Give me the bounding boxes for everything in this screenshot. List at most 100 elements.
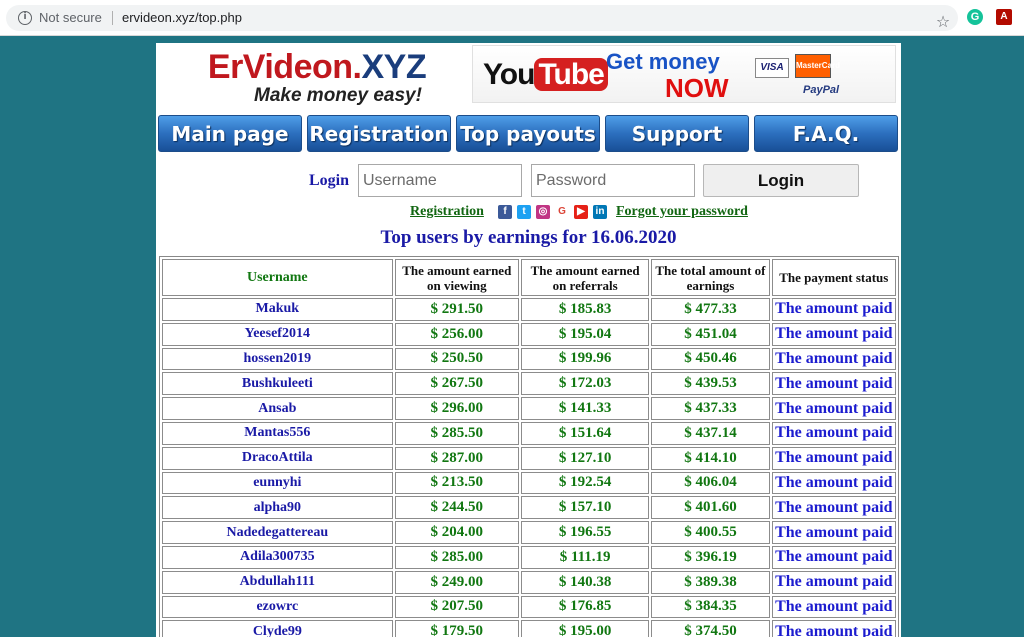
- payment-status-cell: The amount paid: [771, 421, 896, 445]
- viewing-amount-cell: $ 250.50: [394, 347, 519, 371]
- viewing-amount-cell: $ 287.00: [394, 446, 519, 470]
- viewing-amount-cell: $ 207.50: [394, 595, 519, 619]
- payment-status-cell: The amount paid: [771, 521, 896, 544]
- total-amount-cell: $ 414.10: [651, 446, 770, 470]
- twitter-icon[interactable]: t: [517, 205, 531, 219]
- viewing-amount-cell: $ 291.50: [394, 298, 519, 321]
- table-row: DracoAttila $ 287.00 $ 127.10 $ 414.10 The a…: [162, 446, 896, 470]
- instagram-icon[interactable]: ◎: [536, 205, 550, 219]
- grammarly-extension-icon[interactable]: G: [967, 9, 983, 25]
- login-label: Login: [309, 172, 350, 189]
- username-cell[interactable]: Mantas556: [162, 421, 393, 445]
- viewing-amount-cell: $ 267.50: [394, 372, 519, 396]
- col-username: Username: [162, 259, 393, 296]
- viewing-amount-cell: $ 244.50: [394, 496, 519, 520]
- site-logo[interactable]: ErVideon.XYZ Make money easy!: [192, 47, 442, 109]
- username-cell[interactable]: eunnyhi: [162, 471, 393, 495]
- total-amount-cell: $ 406.04: [651, 471, 770, 495]
- table-row: Abdullah111 $ 249.00 $ 140.38 $ 389.38 The a…: [162, 570, 896, 594]
- youtube-icon[interactable]: ▶: [574, 205, 588, 219]
- url-text[interactable]: ervideon.xyz/top.php: [122, 10, 242, 25]
- total-amount-cell: $ 389.38: [651, 570, 770, 594]
- username-input[interactable]: Username: [358, 164, 522, 197]
- table-row: Yeesef2014 $ 256.00 $ 195.04 $ 451.04 The am…: [162, 322, 896, 346]
- referrals-amount-cell: $ 172.03: [520, 372, 650, 396]
- payment-status-cell: The amount paid: [771, 595, 896, 619]
- total-amount-cell: $ 437.33: [651, 397, 770, 420]
- username-cell[interactable]: Clyde99: [162, 620, 393, 637]
- facebook-icon[interactable]: f: [498, 205, 512, 219]
- ad-banner[interactable]: You Tube Get money NOW VISA MasterCard Pa…: [472, 45, 896, 103]
- star-icon[interactable]: ☆: [934, 13, 952, 31]
- table-body: Makuk $ 291.50 $ 185.83 $ 477.33 The amount …: [162, 298, 896, 637]
- payment-status-cell: The amount paid: [771, 298, 896, 321]
- info-icon[interactable]: i: [18, 11, 32, 25]
- browser-toolbar: i Not secure ervideon.xyz/top.php ☆ G A: [0, 0, 1024, 36]
- referrals-amount-cell: $ 157.10: [520, 496, 650, 520]
- table-row: Makuk $ 291.50 $ 185.83 $ 477.33 The amount …: [162, 298, 896, 321]
- logo-title: ErVideon.XYZ: [207, 48, 427, 86]
- nav-main-page[interactable]: Main page: [158, 115, 302, 152]
- paypal-logo: PayPal: [803, 84, 840, 96]
- total-amount-cell: $ 437.14: [651, 421, 770, 445]
- url-divider: [112, 11, 113, 25]
- total-amount-cell: $ 384.35: [651, 595, 770, 619]
- username-cell[interactable]: Bushkuleeti: [162, 372, 393, 396]
- google-icon[interactable]: G: [555, 205, 569, 219]
- table-row: Nadedegattereau $ 204.00 $ 196.55 $ 400.55 T…: [162, 521, 896, 544]
- nav-support[interactable]: Support: [605, 115, 749, 152]
- payment-status-cell: The amount paid: [771, 347, 896, 371]
- mastercard-logo: MasterCard: [795, 54, 840, 78]
- username-cell[interactable]: hossen2019: [162, 347, 393, 371]
- payment-status-cell: The amount paid: [771, 496, 896, 520]
- username-cell[interactable]: Abdullah111: [162, 570, 393, 594]
- top-users-title: Top users by earnings for 16.06.2020: [380, 227, 677, 248]
- payment-status-cell: The amount paid: [771, 322, 896, 346]
- payment-status-cell: The amount paid: [771, 620, 896, 637]
- total-amount-cell: $ 401.60: [651, 496, 770, 520]
- payment-status-cell: The amount paid: [771, 372, 896, 396]
- username-cell[interactable]: DracoAttila: [162, 446, 393, 470]
- linkedin-icon[interactable]: in: [593, 205, 607, 219]
- table-row: Bushkuleeti $ 267.50 $ 172.03 $ 439.53 The a…: [162, 372, 896, 396]
- referrals-amount-cell: $ 176.85: [520, 595, 650, 619]
- table-row: Mantas556 $ 285.50 $ 151.64 $ 437.14 The amo…: [162, 421, 896, 445]
- col-referrals: The amount earned on referrals: [520, 259, 650, 296]
- banner-get-money: Get money: [606, 49, 720, 74]
- pdf-extension-icon[interactable]: A: [996, 9, 1012, 25]
- nav-faq[interactable]: F.A.Q.: [754, 115, 898, 152]
- username-cell[interactable]: Nadedegattereau: [162, 521, 393, 544]
- table-row: alpha90 $ 244.50 $ 157.10 $ 401.60 The amoun…: [162, 496, 896, 520]
- viewing-amount-cell: $ 285.50: [394, 421, 519, 445]
- payment-status-cell: The amount paid: [771, 570, 896, 594]
- earnings-table: Username The amount earned on viewing Th…: [159, 256, 899, 637]
- referrals-amount-cell: $ 195.04: [520, 322, 650, 346]
- address-bar[interactable]: i Not secure ervideon.xyz/top.php ☆: [6, 5, 958, 31]
- viewing-amount-cell: $ 249.00: [394, 570, 519, 594]
- registration-link[interactable]: Registration: [410, 204, 484, 220]
- total-amount-cell: $ 400.55: [651, 521, 770, 544]
- login-button[interactable]: Login: [703, 164, 859, 197]
- username-cell[interactable]: Yeesef2014: [162, 322, 393, 346]
- forgot-password-link[interactable]: Forgot your password: [616, 204, 748, 220]
- username-cell[interactable]: ezowrc: [162, 595, 393, 619]
- referrals-amount-cell: $ 151.64: [520, 421, 650, 445]
- payment-status-cell: The amount paid: [771, 471, 896, 495]
- main-nav: Main page Registration Top payouts Suppo…: [158, 115, 898, 153]
- password-input[interactable]: Password: [531, 164, 695, 197]
- username-cell[interactable]: alpha90: [162, 496, 393, 520]
- referrals-amount-cell: $ 140.38: [520, 570, 650, 594]
- username-cell[interactable]: Ansab: [162, 397, 393, 420]
- nav-registration[interactable]: Registration: [307, 115, 451, 152]
- auth-links-row: Registration f t ◎ G ▶ in Forgot your pa…: [156, 204, 901, 222]
- username-cell[interactable]: Makuk: [162, 298, 393, 321]
- total-amount-cell: $ 477.33: [651, 298, 770, 321]
- nav-top-payouts[interactable]: Top payouts: [456, 115, 600, 152]
- referrals-amount-cell: $ 141.33: [520, 397, 650, 420]
- username-cell[interactable]: Adila300735: [162, 545, 393, 569]
- viewing-amount-cell: $ 285.00: [394, 545, 519, 569]
- security-label: Not secure: [39, 10, 102, 25]
- total-amount-cell: $ 439.53: [651, 372, 770, 396]
- payment-status-cell: The amount paid: [771, 545, 896, 569]
- total-amount-cell: $ 396.19: [651, 545, 770, 569]
